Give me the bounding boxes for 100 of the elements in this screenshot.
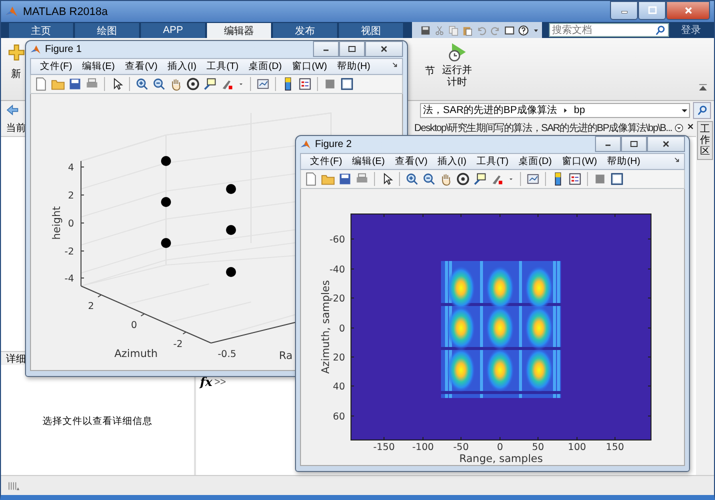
- axis-label: Ra: [279, 350, 292, 362]
- window-icon[interactable]: [340, 77, 354, 91]
- maximize-button[interactable]: [638, 1, 666, 20]
- ribbon-tab[interactable]: APP: [141, 23, 205, 38]
- maximize-icon[interactable]: [629, 139, 639, 149]
- save-icon[interactable]: [420, 24, 431, 36]
- zoom-out-icon[interactable]: [152, 77, 166, 91]
- search-button[interactable]: [693, 102, 711, 118]
- window-title: Figure 2: [315, 139, 353, 150]
- folder-icon[interactable]: [51, 77, 65, 91]
- bright-spot: [525, 306, 553, 350]
- details-message: 选择文件以查看详细信息: [42, 415, 152, 429]
- save-icon[interactable]: [68, 77, 82, 91]
- matlab-logo-icon: [30, 44, 41, 55]
- window-icon[interactable]: [504, 24, 515, 36]
- menu-item[interactable]: 工具(T): [471, 155, 514, 168]
- help-icon[interactable]: [518, 24, 529, 36]
- window-icon[interactable]: [610, 172, 624, 186]
- menu-item[interactable]: 窗口(W): [556, 155, 602, 168]
- data-point: [161, 197, 171, 207]
- ribbon-tab[interactable]: 视图: [339, 23, 403, 38]
- maximize-icon[interactable]: [347, 44, 357, 54]
- run-and-time-button[interactable]: 运行并计时: [437, 42, 477, 89]
- data-point: [161, 238, 171, 248]
- axis-label: height: [51, 206, 63, 240]
- bright-spot: [486, 266, 514, 310]
- collapse-icon[interactable]: [698, 82, 708, 92]
- menu-item[interactable]: 编辑(E): [77, 60, 120, 73]
- zoom-in-icon[interactable]: [405, 172, 419, 186]
- path-segment[interactable]: bp: [574, 104, 586, 116]
- bright-spot: [486, 348, 514, 392]
- minimize-button[interactable]: [610, 1, 638, 20]
- menu-item[interactable]: 插入(I): [162, 60, 202, 73]
- save-icon[interactable]: [338, 172, 352, 186]
- ribbon-tab[interactable]: 绘图: [75, 23, 139, 38]
- hand-icon[interactable]: [439, 172, 453, 186]
- matlab-logo-icon: [5, 5, 18, 18]
- menu-item[interactable]: 窗口(W): [286, 60, 332, 73]
- menu-item[interactable]: 查看(V): [390, 155, 432, 168]
- bright-spot: [447, 306, 475, 350]
- sign-in-link[interactable]: 登录: [681, 23, 701, 37]
- address-field[interactable]: 法，SAR的先进的BP成像算法 bp: [420, 102, 690, 118]
- ribbon-tab[interactable]: 编辑器: [207, 23, 271, 38]
- tick-label: -2: [64, 246, 74, 258]
- zoom-in-icon[interactable]: [135, 77, 149, 91]
- menu-item[interactable]: 帮助(H): [332, 60, 376, 73]
- menu-item[interactable]: 桌面(D): [244, 60, 287, 73]
- menu-item[interactable]: 桌面(D): [514, 155, 557, 168]
- new-file-icon[interactable]: [34, 77, 48, 91]
- dock-arrow-icon[interactable]: [673, 156, 681, 164]
- data-point: [226, 225, 236, 235]
- bright-spot: [447, 348, 475, 392]
- menu-item[interactable]: 文件(F): [305, 155, 348, 168]
- legend-icon[interactable]: [568, 172, 582, 186]
- data-cursor-icon[interactable]: [473, 172, 487, 186]
- menu-item[interactable]: 工具(T): [201, 60, 244, 73]
- matlab-logo-icon: [300, 139, 311, 150]
- ribbon-tab[interactable]: 发布: [273, 23, 337, 38]
- new-button[interactable]: 新: [7, 44, 25, 81]
- linked-plot-icon[interactable]: [256, 77, 270, 91]
- grip-icon[interactable]: [7, 480, 20, 492]
- back-arrow-icon[interactable]: [6, 104, 19, 116]
- close-icon[interactable]: [661, 139, 671, 149]
- menu-item[interactable]: 文件(F): [35, 60, 78, 73]
- folder-icon[interactable]: [321, 172, 335, 186]
- ribbon-tab[interactable]: 主页: [9, 23, 73, 38]
- menu-item[interactable]: 编辑(E): [347, 155, 390, 168]
- menu-item[interactable]: 查看(V): [120, 60, 162, 73]
- close-button[interactable]: [365, 41, 403, 57]
- bright-spot: [486, 306, 514, 350]
- zoom-out-icon[interactable]: [422, 172, 436, 186]
- chevron-right-icon: [562, 106, 569, 114]
- workspace-tab[interactable]: 工作区: [697, 121, 713, 160]
- data-cursor-icon[interactable]: [203, 77, 217, 91]
- window-title: Figure 1: [45, 44, 83, 55]
- close-button[interactable]: [666, 1, 710, 20]
- tick-label: 100: [568, 442, 586, 453]
- legend-icon[interactable]: [298, 77, 312, 91]
- menu-item[interactable]: 帮助(H): [602, 155, 646, 168]
- tick-label: -40: [329, 264, 345, 276]
- menu-item[interactable]: 插入(I): [432, 155, 472, 168]
- bright-spot: [525, 348, 553, 392]
- maximize-button[interactable]: [339, 41, 365, 57]
- maximize-button[interactable]: [621, 136, 647, 152]
- close-button[interactable]: [647, 136, 685, 152]
- tick-label: 20: [332, 352, 345, 364]
- linked-plot-icon[interactable]: [526, 172, 540, 186]
- section-label: 节: [425, 64, 435, 78]
- dropdown-circle-icon[interactable]: [674, 122, 684, 132]
- tick-label: 60: [332, 412, 345, 422]
- tick-label: -100: [412, 442, 434, 453]
- close-icon[interactable]: [379, 44, 389, 54]
- path-segment[interactable]: 法，SAR的先进的BP成像算法: [423, 103, 557, 117]
- data-point: [226, 267, 236, 277]
- function-icon[interactable]: fx: [200, 375, 212, 389]
- close-icon[interactable]: [686, 122, 695, 130]
- paste-icon[interactable]: [462, 24, 473, 36]
- new-file-icon[interactable]: [304, 172, 318, 186]
- dock-arrow-icon[interactable]: [391, 61, 399, 69]
- hand-icon[interactable]: [169, 77, 183, 91]
